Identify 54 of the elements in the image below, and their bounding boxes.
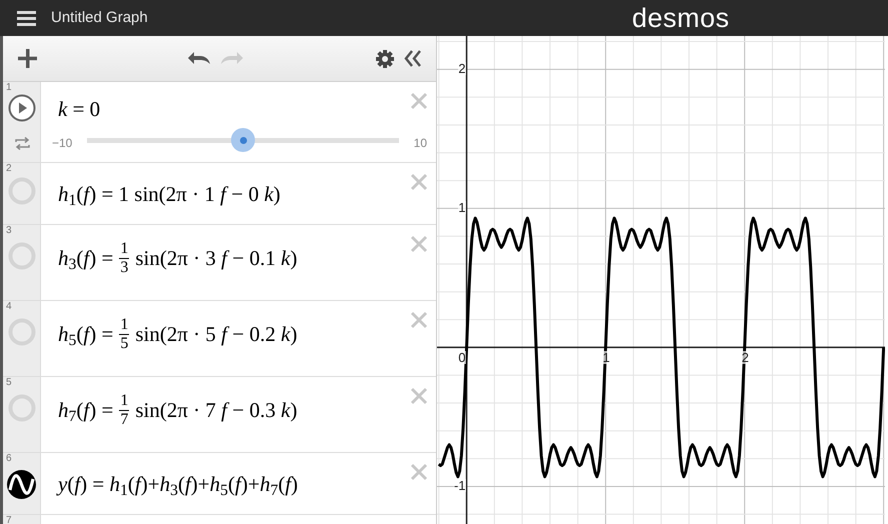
expression-number: 3 — [6, 226, 12, 236]
expression-text[interactable]: h$_{3}$(f) = — [58, 242, 114, 274]
expression-text[interactable]: y(f) = h$_{1}$(f)+h$_{3}$(f)+h$_{5}$(f)+h$_{7}$(f) — [58, 469, 298, 500]
close-icon[interactable] — [410, 235, 428, 253]
wave-icon[interactable] — [7, 470, 36, 499]
fraction: 1 3 — [119, 240, 130, 277]
expression-number: 1 — [6, 83, 12, 93]
expression-number: 2 — [6, 164, 12, 174]
expression-number: 5 — [6, 378, 12, 388]
expression-row[interactable]: 7 — [3, 515, 436, 524]
expression-text[interactable]: sin(2π · 3 f − 0.1 k) — [135, 242, 298, 274]
axis-label: -1 — [454, 479, 466, 492]
expression-number: 6 — [6, 454, 12, 464]
fraction: 1 7 — [119, 392, 130, 429]
close-icon[interactable] — [410, 92, 428, 110]
collapse-icon[interactable] — [404, 50, 421, 67]
expression-text[interactable]: h$_{5}$(f) = — [58, 318, 114, 350]
graph-title[interactable]: Untitled Graph — [51, 6, 148, 30]
repeat-icon[interactable] — [15, 137, 30, 150]
play-button[interactable] — [8, 94, 36, 122]
expression-text[interactable]: h$_{7}$(f) = — [58, 394, 114, 426]
add-icon[interactable] — [18, 49, 37, 68]
expression-text[interactable]: h$_{1}$(f) = 1 sin(2π · 1 f − 0 k) — [58, 179, 280, 210]
expression-text[interactable]: sin(2π · 5 f − 0.2 k) — [135, 318, 298, 350]
graph-area[interactable]: 0 1 2 -1 1 2 — [437, 36, 888, 524]
hidden-circle-icon[interactable] — [8, 318, 36, 346]
slider-max[interactable]: 10 — [414, 134, 427, 152]
expression-text[interactable]: k = 0 — [58, 94, 100, 126]
close-icon[interactable] — [410, 173, 428, 191]
slider-thumb[interactable] — [231, 128, 255, 152]
slider-min[interactable]: −10 — [52, 134, 72, 152]
expression-number: 4 — [6, 302, 12, 312]
redo-icon[interactable] — [221, 52, 243, 66]
axis-label: 1 — [602, 351, 610, 364]
close-icon[interactable] — [410, 311, 428, 329]
axis-label: 2 — [742, 351, 749, 364]
expression-row[interactable]: 1 k = 0 −10 10 — [3, 82, 436, 163]
hidden-circle-icon[interactable] — [8, 394, 36, 422]
expression-text[interactable]: sin(2π · 7 f − 0.3 k) — [135, 394, 298, 426]
expression-number: 7 — [6, 516, 12, 524]
hidden-circle-icon[interactable] — [8, 177, 36, 205]
fraction: 1 5 — [119, 316, 130, 353]
axis-label: 2 — [458, 62, 466, 76]
axis-label: 1 — [458, 201, 466, 214]
close-icon[interactable] — [410, 387, 428, 405]
close-icon[interactable] — [410, 463, 428, 481]
hidden-circle-icon[interactable] — [8, 242, 36, 270]
expression-row[interactable]: 2 h$_{1}$(f) = 1 sin(2π · 1 f − 0 k) — [3, 163, 436, 225]
expression-row[interactable]: 6 y(f) = h$_{1}$(f)+h$_{3}$(f)+h$_{5}$(f)+h$_{7}$(f) — [3, 453, 436, 515]
logo: desmos — [632, 2, 730, 35]
menu-icon[interactable] — [17, 10, 36, 26]
axis-label: 0 — [458, 351, 466, 364]
undo-icon[interactable] — [188, 52, 210, 66]
settings-icon[interactable] — [376, 50, 394, 68]
